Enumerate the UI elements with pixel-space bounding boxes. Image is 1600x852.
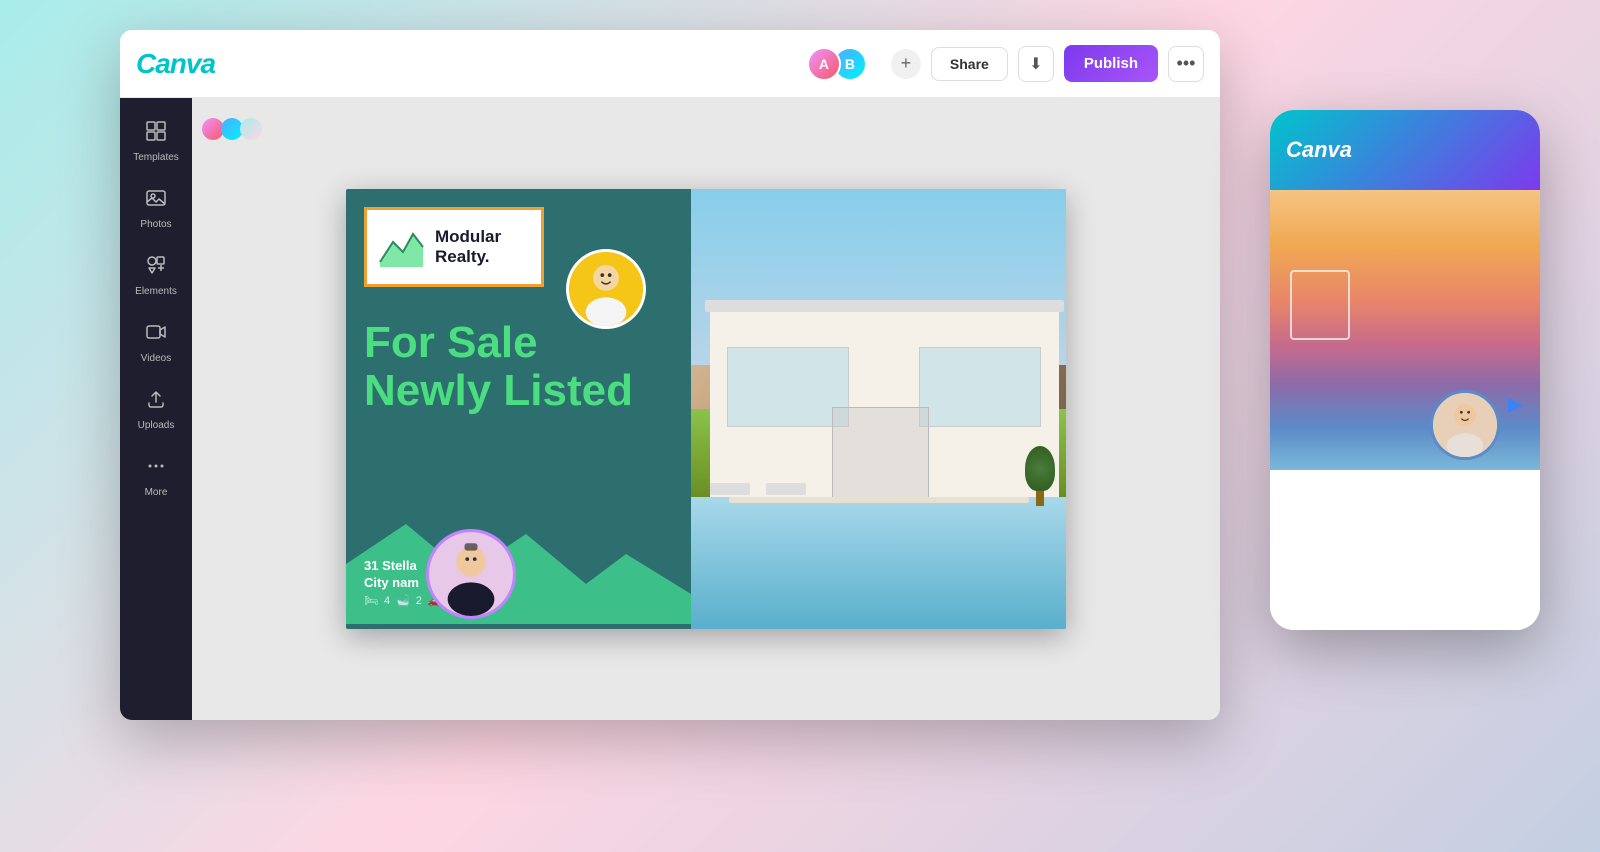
avatar-1: A: [807, 47, 841, 81]
more-icon: •••: [1177, 53, 1196, 74]
mobile-content: ▶: [1270, 190, 1540, 630]
agent-face-bottom: [429, 529, 513, 619]
sidebar: Templates Photos: [120, 98, 192, 720]
pool-edge: [729, 497, 1029, 503]
mobile-window: Canva ▶: [1270, 110, 1540, 630]
design-canvas[interactable]: Modular Realty. For Sale Newly Listed 31…: [346, 189, 1066, 629]
chair-2: [766, 483, 806, 495]
mobile-arrow-icon: ▶: [1508, 394, 1522, 415]
logo-chart-icon: [375, 222, 425, 272]
templates-icon: [145, 120, 167, 148]
download-icon: ⬇: [1029, 54, 1042, 74]
content-area: Templates Photos: [120, 98, 1220, 720]
sidebar-item-more[interactable]: More: [125, 445, 187, 508]
mobile-box-outline: [1290, 270, 1350, 340]
mobile-agent-face: [1433, 390, 1497, 460]
sidebar-item-elements[interactable]: Elements: [125, 244, 187, 307]
more-options-button[interactable]: •••: [1168, 46, 1204, 82]
elements-icon: [145, 254, 167, 282]
mobile-header: Canva: [1270, 110, 1540, 190]
header: Canva A B + Share ⬇ Publish •••: [120, 30, 1220, 98]
mobile-white-area: [1270, 470, 1540, 630]
sidebar-label-more: More: [145, 487, 168, 498]
baths-icon: 🛁: [396, 594, 410, 607]
header-actions: A B + Share ⬇ Publish •••: [807, 45, 1204, 82]
logo-company-name: Modular Realty.: [435, 227, 533, 268]
share-button[interactable]: Share: [931, 47, 1008, 81]
sidebar-item-uploads[interactable]: Uploads: [125, 378, 187, 441]
agent-face-top: [569, 249, 643, 329]
publish-button[interactable]: Publish: [1064, 45, 1158, 82]
sidebar-label-templates: Templates: [133, 152, 179, 163]
desktop-window: Canva A B + Share ⬇ Publish •••: [120, 30, 1220, 720]
photos-icon: [145, 187, 167, 215]
color-dot-3: [240, 118, 262, 140]
collaborator-avatars: A B: [807, 47, 867, 81]
canvas-right-panel: [691, 189, 1066, 629]
download-button[interactable]: ⬇: [1018, 46, 1054, 82]
baths-count: 2: [416, 595, 422, 607]
sidebar-label-photos: Photos: [140, 219, 171, 230]
headline-line2: Newly Listed: [364, 367, 633, 415]
mobile-image-section: ▶: [1270, 190, 1540, 470]
canvas-area: Modular Realty. For Sale Newly Listed 31…: [192, 98, 1220, 720]
videos-icon: [145, 321, 167, 349]
logo-box[interactable]: Modular Realty.: [364, 207, 544, 287]
beds-count: 4: [384, 595, 390, 607]
uploads-icon: [145, 388, 167, 416]
sidebar-item-photos[interactable]: Photos: [125, 177, 187, 240]
color-palette[interactable]: [202, 118, 262, 140]
house-body: [710, 308, 1059, 506]
agent-avatar-top: [566, 249, 646, 329]
beds-icon: 🛏: [364, 594, 378, 607]
sidebar-item-templates[interactable]: Templates: [125, 110, 187, 173]
pool: [691, 497, 1066, 629]
sidebar-label-uploads: Uploads: [138, 420, 175, 431]
window-right: [919, 347, 1041, 426]
tree-right: [1025, 446, 1055, 506]
chair-1: [710, 483, 750, 495]
canva-logo: Canva: [136, 48, 215, 80]
sidebar-label-elements: Elements: [135, 286, 177, 297]
add-collaborator-button[interactable]: +: [891, 49, 921, 79]
roof: [705, 300, 1064, 312]
door: [832, 407, 930, 506]
agent-avatar-bottom: [426, 529, 516, 619]
mobile-canva-logo: Canva: [1286, 137, 1352, 163]
more-icon: [145, 455, 167, 483]
canvas-left-panel: Modular Realty. For Sale Newly Listed 31…: [346, 189, 691, 629]
sidebar-label-videos: Videos: [141, 353, 171, 364]
mobile-agent-avatar: [1430, 390, 1500, 460]
for-sale-section: For Sale Newly Listed: [364, 319, 633, 416]
sidebar-item-videos[interactable]: Videos: [125, 311, 187, 374]
